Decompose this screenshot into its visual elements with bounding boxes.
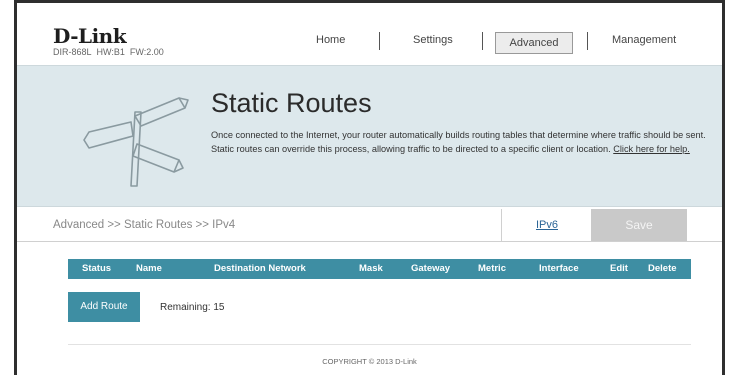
page-description: Once connected to the Internet, your rou… xyxy=(211,128,706,156)
breadcrumb: Advanced >> Static Routes >> IPv4 xyxy=(53,219,236,231)
remaining-label: Remaining: xyxy=(160,302,211,313)
page-hero: Static Routes Once connected to the Inte… xyxy=(17,65,722,207)
header-mask: Mask xyxy=(359,263,383,274)
page-title: Static Routes xyxy=(211,88,372,118)
help-link[interactable]: Click here for help. xyxy=(613,144,690,154)
header-edit: Edit xyxy=(610,263,628,274)
footer-divider xyxy=(68,344,691,345)
nav-settings[interactable]: Settings xyxy=(413,34,453,46)
header-name: Name xyxy=(136,263,162,274)
ipv6-link[interactable]: IPv6 xyxy=(502,219,592,231)
header-gateway: Gateway xyxy=(411,263,451,274)
nav-advanced[interactable]: Advanced xyxy=(495,32,573,54)
nav-divider xyxy=(587,32,588,50)
add-route-button[interactable]: Add Route xyxy=(68,292,140,322)
device-info: DIR-868L HW:B1 FW:2.00 xyxy=(53,47,164,57)
ipv6-tab[interactable]: IPv6 xyxy=(501,209,592,241)
header: D-Link DIR-868L HW:B1 FW:2.00 Home Setti… xyxy=(17,3,722,65)
header-metric: Metric xyxy=(478,263,506,274)
header-status: Status xyxy=(82,263,112,274)
router-admin-frame: D-Link DIR-868L HW:B1 FW:2.00 Home Setti… xyxy=(14,0,725,375)
hw-version: HW:B1 xyxy=(96,47,125,57)
remaining-value: 15 xyxy=(213,302,225,313)
routes-table-header: Status Name Destination Network Mask Gat… xyxy=(68,259,691,279)
remaining-count: Remaining: 15 xyxy=(160,302,225,313)
copyright: COPYRIGHT © 2013 D-Link xyxy=(322,357,417,366)
nav-home[interactable]: Home xyxy=(316,34,345,46)
nav-management[interactable]: Management xyxy=(612,34,676,46)
model-name: DIR-868L xyxy=(53,47,92,57)
dlink-logo: D-Link xyxy=(53,24,127,48)
fw-version: FW:2.00 xyxy=(129,47,164,57)
header-delete: Delete xyxy=(648,263,677,274)
nav-divider xyxy=(379,32,380,50)
header-interface: Interface xyxy=(539,263,579,274)
signpost-icon xyxy=(83,97,189,187)
breadcrumb-bar: Advanced >> Static Routes >> IPv4 IPv6 S… xyxy=(17,209,722,242)
nav-divider xyxy=(482,32,483,50)
header-destination-network: Destination Network xyxy=(214,263,306,274)
save-button[interactable]: Save xyxy=(591,209,687,241)
